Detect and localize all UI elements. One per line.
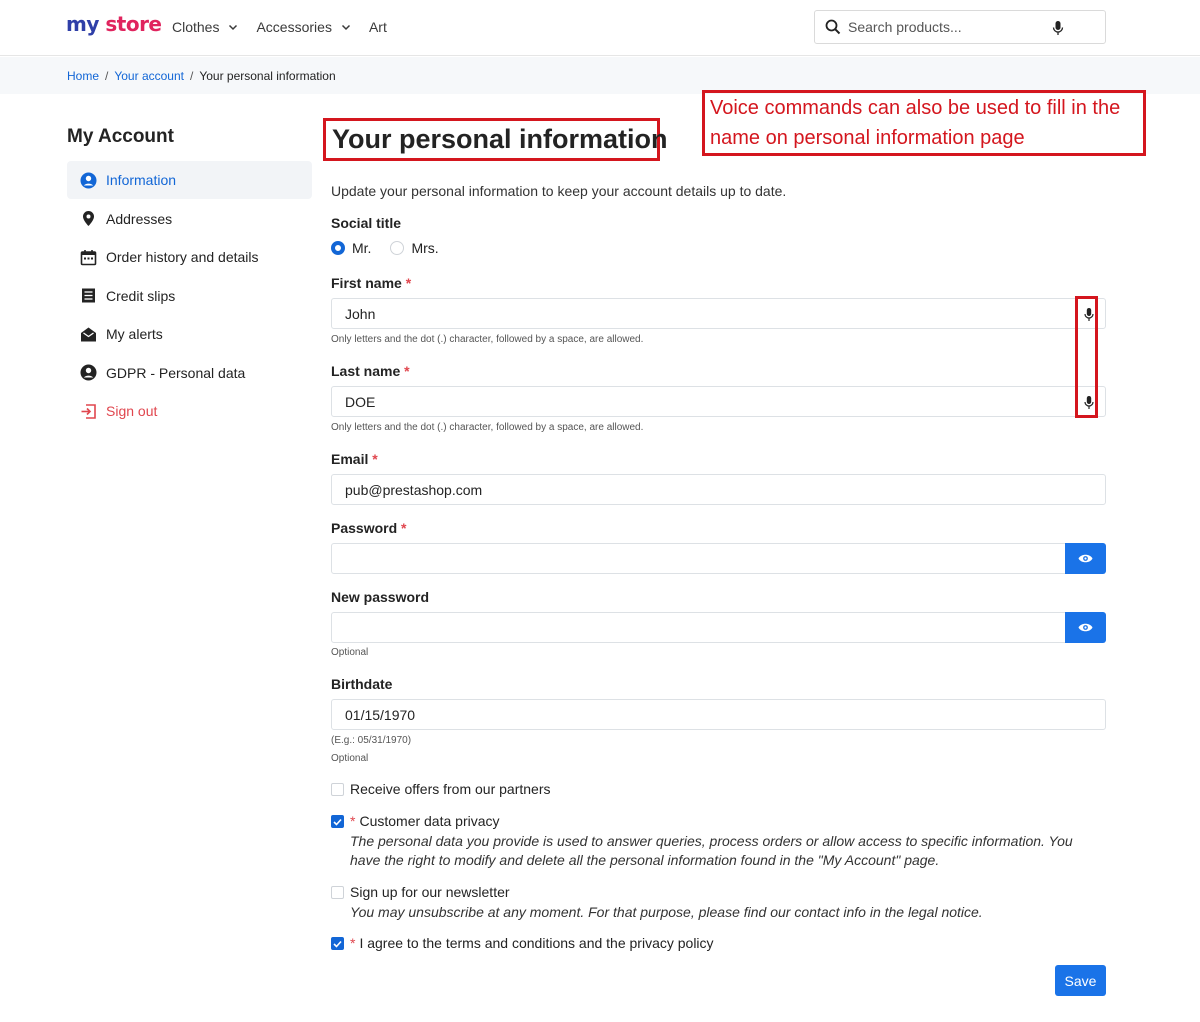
breadcrumb-home[interactable]: Home xyxy=(67,69,99,83)
terms-checkbox-row[interactable]: * I agree to the terms and conditions an… xyxy=(331,935,714,951)
sidebar-item-information[interactable]: Information xyxy=(67,161,312,199)
privacy-checkbox-row[interactable]: * Customer data privacy xyxy=(331,813,500,829)
sidebar-item-addresses[interactable]: Addresses xyxy=(67,200,312,238)
nav-item-accessories[interactable]: Accessories xyxy=(256,19,350,35)
chevron-down-icon xyxy=(229,24,238,31)
breadcrumb-current: Your personal information xyxy=(199,69,336,83)
social-title-label: Social title xyxy=(331,215,402,231)
store-logo[interactable]: my store xyxy=(66,12,162,36)
breadcrumb: Home / Your account / Your personal info… xyxy=(67,69,336,83)
first-name-label: First name * xyxy=(331,275,412,291)
user-circle-icon xyxy=(80,364,97,381)
offers-checkbox[interactable] xyxy=(331,783,344,796)
email-field[interactable]: pub@prestashop.com xyxy=(331,474,1106,505)
birthdate-help: Optional xyxy=(331,753,369,764)
eye-icon xyxy=(1078,554,1093,563)
sidebar-item-credit-slips[interactable]: Credit slips xyxy=(67,277,312,315)
birthdate-field[interactable]: 01/15/1970 xyxy=(331,699,1106,730)
last-name-label: Last name * xyxy=(331,363,410,379)
birthdate-label: Birthdate xyxy=(331,676,393,692)
annotation-note: Voice commands can also be used to fill … xyxy=(710,97,1121,149)
show-new-password-button[interactable] xyxy=(1065,612,1106,643)
radio-mrs[interactable] xyxy=(390,241,405,255)
save-button[interactable]: Save xyxy=(1055,965,1106,996)
eye-icon xyxy=(1078,623,1093,632)
site-header: my store Clothes Accessories Art xyxy=(0,0,1200,56)
newsletter-checkbox-row[interactable]: Sign up for our newsletter xyxy=(331,884,510,900)
account-sidebar: Information Addresses Order history and … xyxy=(67,161,312,431)
radio-mr[interactable] xyxy=(331,241,345,255)
password-field[interactable] xyxy=(331,543,1066,574)
new-password-field[interactable] xyxy=(331,612,1066,643)
sign-out-icon xyxy=(81,403,96,419)
nav-item-clothes[interactable]: Clothes xyxy=(172,19,238,35)
nav-item-art[interactable]: Art xyxy=(369,19,387,35)
sidebar-title: My Account xyxy=(67,126,174,147)
birthdate-example: (E.g.: 05/31/1970) xyxy=(331,735,412,746)
calendar-icon xyxy=(80,249,97,265)
newsletter-checkbox[interactable] xyxy=(331,886,344,899)
main-nav: Clothes Accessories Art xyxy=(172,19,405,35)
terms-checkbox[interactable] xyxy=(331,937,344,950)
receipt-icon xyxy=(82,288,95,303)
check-icon xyxy=(333,818,342,826)
password-label: Password * xyxy=(331,520,407,536)
microphone-icon[interactable] xyxy=(1051,20,1065,36)
page-title: Your personal information xyxy=(332,124,668,154)
breadcrumb-account[interactable]: Your account xyxy=(114,69,184,83)
sidebar-item-my-alerts[interactable]: My alerts xyxy=(67,315,312,353)
sidebar-item-order-history[interactable]: Order history and details xyxy=(67,238,312,276)
email-label: Email * xyxy=(331,451,378,467)
new-password-help: Optional xyxy=(331,647,369,658)
chevron-down-icon xyxy=(341,24,350,31)
search-box xyxy=(814,10,1106,44)
search-icon xyxy=(825,19,841,35)
newsletter-description: You may unsubscribe at any moment. For t… xyxy=(350,904,983,920)
map-pin-icon xyxy=(83,211,94,226)
breadcrumb-bar: Home / Your account / Your personal info… xyxy=(0,57,1200,94)
first-name-field[interactable]: John xyxy=(331,298,1106,329)
sidebar-item-gdpr[interactable]: GDPR - Personal data xyxy=(67,354,312,392)
check-icon xyxy=(333,940,342,948)
sidebar-item-sign-out[interactable]: Sign out xyxy=(67,392,312,430)
first-name-help: Only letters and the dot (.) character, … xyxy=(331,334,644,345)
show-password-button[interactable] xyxy=(1065,543,1106,574)
privacy-description: The personal data you provide is used to… xyxy=(350,833,1073,868)
user-circle-icon xyxy=(80,172,97,188)
new-password-label: New password xyxy=(331,589,430,605)
social-title-radios: Mr. Mrs. xyxy=(331,240,458,256)
mail-open-icon xyxy=(81,327,96,341)
privacy-checkbox[interactable] xyxy=(331,815,344,828)
search-input[interactable] xyxy=(848,19,1048,35)
offers-checkbox-row[interactable]: Receive offers from our partners xyxy=(331,781,551,797)
microphone-highlight-box xyxy=(1075,296,1098,418)
form-intro: Update your personal information to keep… xyxy=(331,183,787,199)
last-name-help: Only letters and the dot (.) character, … xyxy=(331,422,644,433)
last-name-field[interactable]: DOE xyxy=(331,386,1106,417)
